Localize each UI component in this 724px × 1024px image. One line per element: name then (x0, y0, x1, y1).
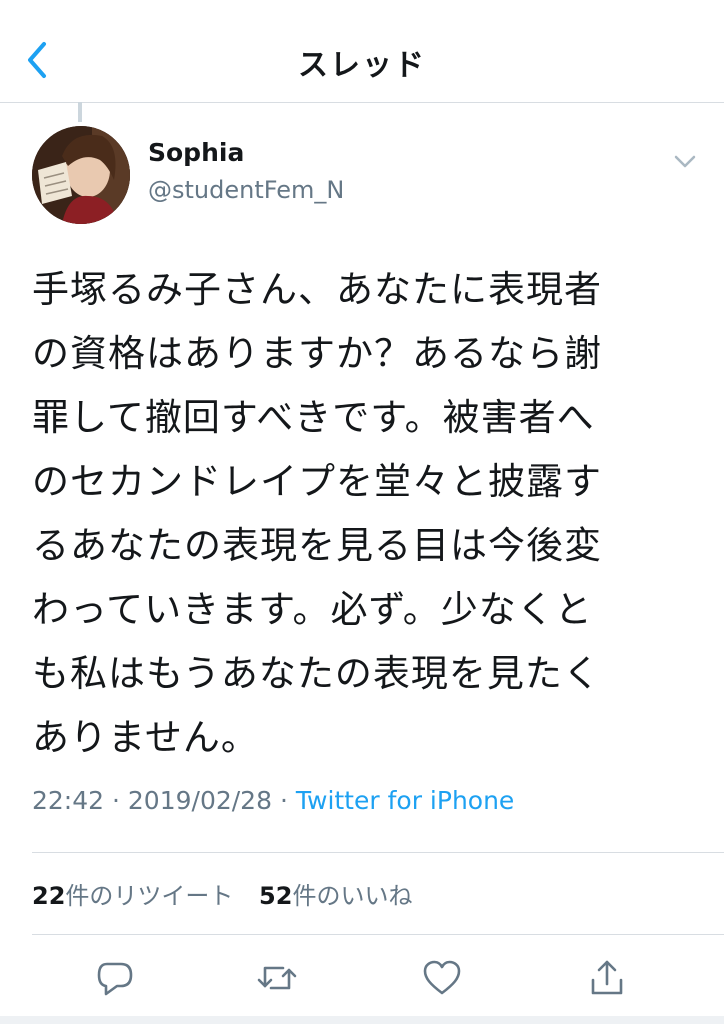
likes-stat[interactable]: 52件のいいね (259, 882, 412, 910)
retweet-button[interactable] (255, 956, 299, 1000)
divider (32, 852, 724, 853)
tweet-text-line: の資格はありますか？あるなら謝 (32, 332, 602, 375)
author-handle[interactable]: @studentFem_N (148, 176, 344, 204)
tweet-text-line: 罪して撤回すべきです。被害者へ (32, 396, 595, 439)
chevron-down-icon (674, 155, 696, 168)
likes-label: 件のいいね (292, 882, 413, 910)
retweet-icon (257, 966, 297, 990)
like-button[interactable] (420, 956, 464, 1000)
tweet-text-line: るあなたの表現を見る目は今後変 (32, 524, 602, 567)
like-icon (423, 960, 461, 995)
tweet-text-line: のセカンドレイプを堂々と披露す (32, 460, 602, 503)
reply-button[interactable] (93, 956, 137, 1000)
tweet-source-link[interactable]: Twitter for iPhone (296, 786, 514, 815)
share-icon (591, 960, 623, 995)
tweet-metadata: 22:42 · 2019/02/28 · Twitter for iPhone (32, 786, 514, 815)
reply-icon (97, 962, 133, 996)
tweet-date: 2019/02/28 (127, 786, 272, 815)
avatar-image (32, 126, 130, 224)
tweet-text-line: わっていきます。必ず。少なくと (32, 588, 593, 631)
more-options-button[interactable] (668, 148, 702, 176)
page-title: スレッド (298, 48, 426, 83)
meta-separator: · (112, 786, 120, 815)
tweet-time: 22:42 (32, 786, 105, 815)
meta-separator: · (279, 786, 288, 815)
thread-connector-line (78, 102, 82, 122)
navigation-bar: スレッド (0, 0, 724, 103)
avatar[interactable] (32, 126, 130, 224)
action-bar (0, 956, 724, 1002)
tweet-text-line: も私はもうあなたの表現を見たく (32, 652, 601, 695)
tweet-stats: 22件のリツイート 52件のいいね (32, 876, 430, 911)
tweet-text-line: ありません。 (32, 716, 259, 759)
retweets-label: 件のリツイート (65, 882, 234, 910)
tweet-text: 手塚るみ子さん、あなたに表現者 の資格はありますか？あるなら謝 罪して撤回すべき… (32, 258, 700, 770)
divider (32, 934, 724, 935)
retweets-stat[interactable]: 22件のリツイート (32, 882, 233, 910)
tweet-text-line: 手塚るみ子さん、あなたに表現者 (32, 268, 602, 311)
share-button[interactable] (585, 956, 629, 1000)
author-display-name[interactable]: Sophia (148, 138, 244, 167)
likes-count: 52 (259, 882, 293, 910)
retweets-count: 22 (32, 882, 66, 910)
bottom-edge (0, 1016, 724, 1024)
